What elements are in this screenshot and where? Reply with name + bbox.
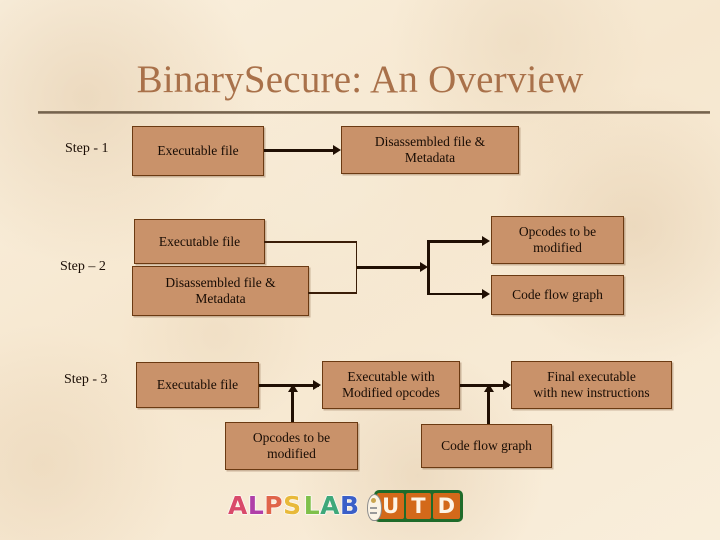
step-3-opcodes-feed-line xyxy=(291,392,294,425)
step-3-exec-modified-box[interactable]: Executable with Modified opcodes xyxy=(322,361,460,409)
step-2-opcodes-box[interactable]: Opcodes to be modified xyxy=(491,216,624,264)
step-3-arrow-1-head xyxy=(313,380,321,390)
step-3-final-exec-text-line1: Final executable xyxy=(547,369,636,384)
step-1-disassembled-text-line2: Metadata xyxy=(404,150,456,165)
step-2-disassembled-text-line2: Metadata xyxy=(195,291,246,306)
step-3-final-exec-text-line2: with new instructions xyxy=(533,385,650,400)
step-1-executable-file-text: Executable file xyxy=(157,143,239,158)
step-1-label: Step - 1 xyxy=(65,141,109,156)
page-title: BinarySecure: An Overview xyxy=(136,58,584,101)
step-1-disassembled-box[interactable]: Disassembled file & Metadata xyxy=(341,126,519,174)
alps-lab-emblem-icon xyxy=(364,491,382,521)
step-3-final-exec-box[interactable]: Final executable with new instructions xyxy=(511,361,672,409)
step-2-split-top-line xyxy=(427,240,482,243)
step-2-merge-top-line xyxy=(264,241,357,243)
step-2-merge-bottom-line xyxy=(308,292,357,294)
step-1-disassembled-text-line1: Disassembled file & xyxy=(374,134,486,149)
logo-letter-a2: A xyxy=(320,491,340,521)
step-2-label: Step – 2 xyxy=(60,259,106,274)
step-1-arrow-head xyxy=(333,145,341,155)
step-3-exec-modified-text-line1: Executable with xyxy=(347,369,435,384)
logo-letter-l1: L xyxy=(247,491,265,521)
step-2-disassembled-text-line1: Disassembled file & xyxy=(165,275,276,290)
step-2-split-vertical-line xyxy=(427,240,430,295)
step-3-opcodes-text-line1: Opcodes to be xyxy=(252,430,331,445)
step-3-label: Step - 3 xyxy=(64,372,108,387)
step-3-executable-file-text: Executable file xyxy=(156,377,239,392)
step-2-split-top-arrow-head xyxy=(482,236,490,246)
logo-letter-l2: L xyxy=(303,491,321,521)
step-2-disassembled-box[interactable]: Disassembled file & Metadata xyxy=(132,266,309,316)
emblem-bar-lower xyxy=(369,512,377,514)
step-2-split-bottom-line xyxy=(427,292,482,295)
step-3-codeflow-text: Code flow graph xyxy=(441,438,532,453)
utd-letter-d: D xyxy=(432,493,460,519)
step-2-main-arrow-line xyxy=(357,266,424,269)
title-underline-rule xyxy=(38,111,710,114)
logo-letter-p: P xyxy=(264,491,284,521)
step-2-executable-file-text: Executable file xyxy=(158,233,241,249)
logo-letter-b: B xyxy=(340,491,360,521)
step-2-codeflow-text: Code flow graph xyxy=(512,287,603,302)
step-3-opcodes-text-line2: modified xyxy=(267,446,316,461)
step-1-arrow-line xyxy=(264,149,333,152)
step-3-codeflow-feed-line xyxy=(487,392,490,425)
step-2-opcodes-text-line2: modified xyxy=(533,240,582,255)
step-3-exec-modified-text-line2: Modified opcodes xyxy=(342,385,440,400)
step-2-opcodes-text-line1: Opcodes to be xyxy=(518,224,597,239)
step-2-executable-file-box[interactable]: Executable file xyxy=(134,219,265,264)
slide-canvas: BinarySecure: An Overview Step - 1 Execu… xyxy=(0,0,720,540)
emblem-dot xyxy=(370,498,376,503)
step-3-opcodes-feed-arrow-head xyxy=(288,384,298,392)
utd-letter-t: T xyxy=(406,493,431,519)
step-2-codeflow-box[interactable]: Code flow graph xyxy=(491,275,624,315)
logo-letter-a1: A xyxy=(228,491,248,521)
step-3-executable-file-box[interactable]: Executable file xyxy=(136,362,259,408)
logo-letter-s: S xyxy=(283,491,302,521)
step-3-codeflow-box[interactable]: Code flow graph xyxy=(421,424,552,468)
step-3-codeflow-feed-arrow-head xyxy=(484,384,494,392)
alps-lab-utd-logo: A L P S L A B U T D xyxy=(228,487,463,525)
utd-badge: U T D xyxy=(374,490,463,522)
step-3-opcodes-box[interactable]: Opcodes to be modified xyxy=(225,422,358,470)
step-1-executable-file-box[interactable]: Executable file xyxy=(132,126,264,176)
emblem-bar-upper xyxy=(369,507,377,509)
step-3-arrow-2-head xyxy=(503,380,511,390)
step-2-split-bottom-arrow-head xyxy=(482,289,490,299)
